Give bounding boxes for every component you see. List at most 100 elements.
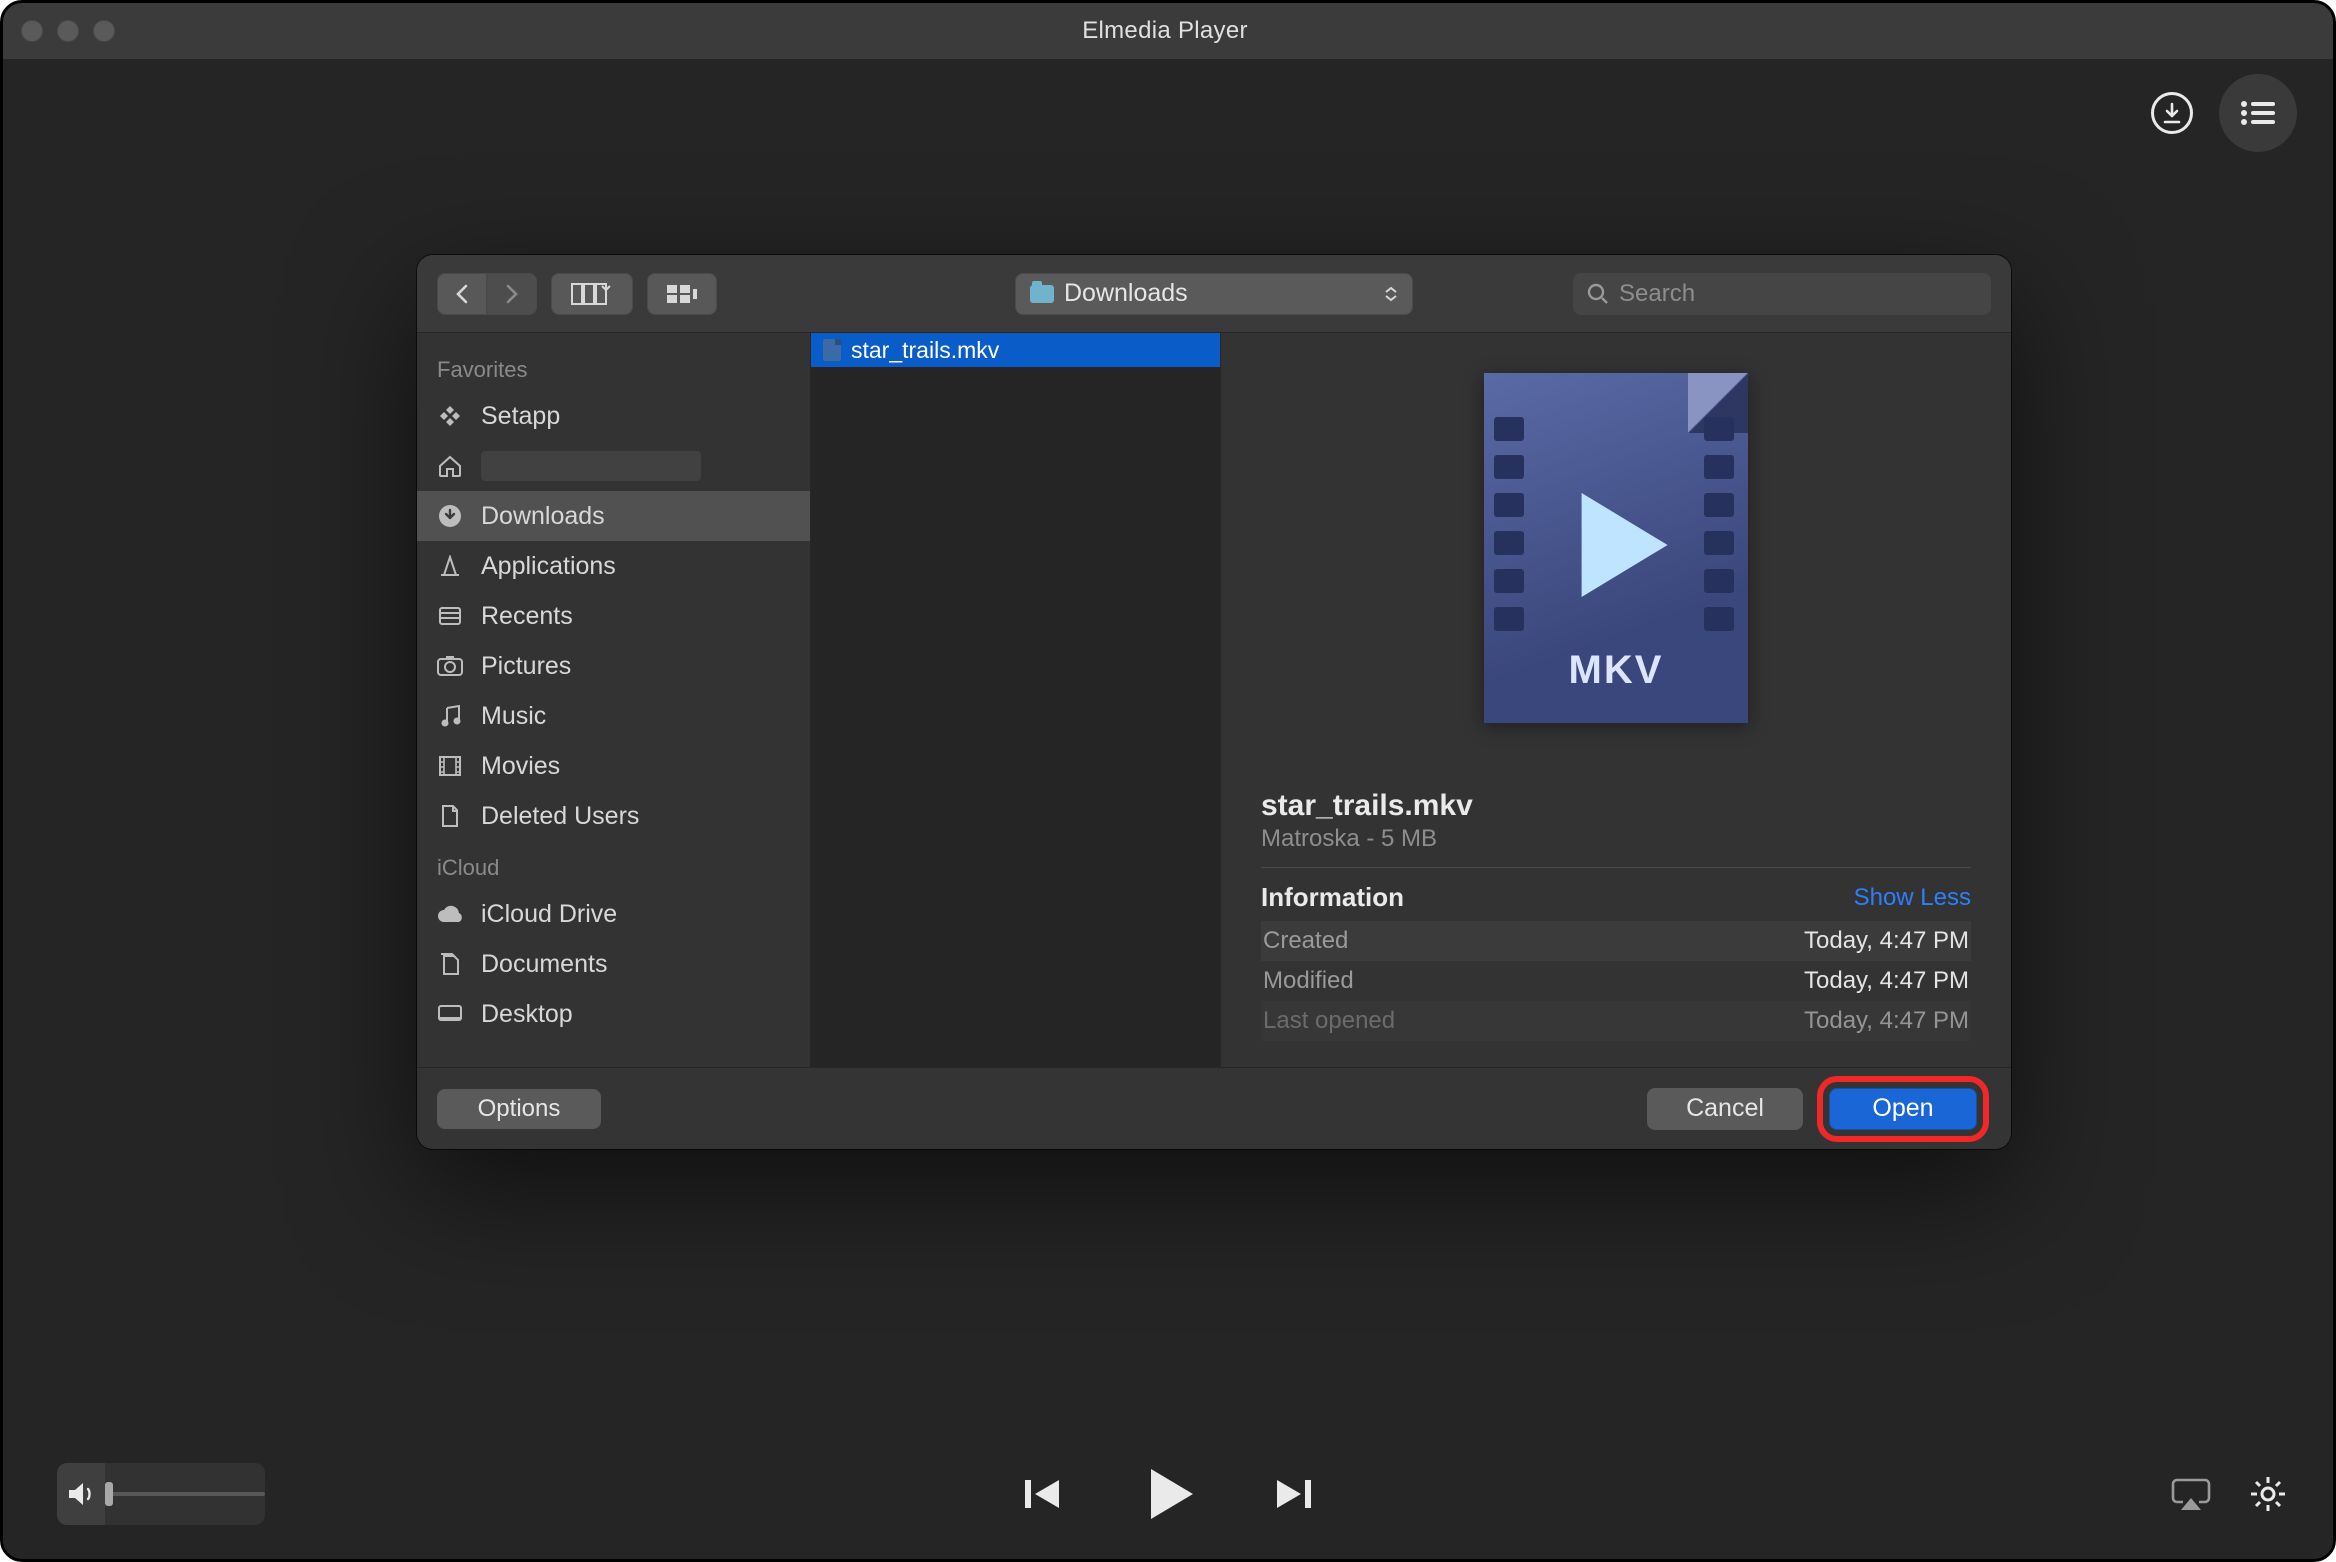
show-less-link[interactable]: Show Less [1854, 884, 1971, 912]
sidebar-item-documents[interactable]: Documents [417, 939, 810, 989]
play-button[interactable] [1135, 1461, 1201, 1527]
sidebar-item-movies[interactable]: Movies [417, 741, 810, 791]
view-mode [551, 273, 633, 315]
setapp-icon [433, 404, 467, 428]
open-button-highlight: Open [1817, 1076, 1989, 1142]
chevron-left-icon [454, 284, 470, 304]
sidebar-item-label: Setapp [481, 402, 560, 431]
movies-icon [433, 755, 467, 777]
options-button[interactable]: Options [437, 1089, 601, 1129]
sidebar-item-home[interactable] [417, 441, 810, 491]
sidebar-item-label: Pictures [481, 652, 571, 681]
sidebar-item-label: Movies [481, 752, 560, 781]
settings-button[interactable] [2249, 1475, 2287, 1513]
back-button[interactable] [437, 273, 487, 315]
play-icon [1135, 1461, 1201, 1527]
sidebar-item-pictures[interactable]: Pictures [417, 641, 810, 691]
gear-icon [2249, 1475, 2287, 1513]
zoom-window-button[interactable] [93, 20, 115, 42]
home-icon [433, 454, 467, 478]
info-key: Modified [1261, 967, 1354, 995]
file-name: star_trails.mkv [851, 337, 999, 364]
sidebar-section-header: Favorites [417, 343, 810, 391]
mute-button[interactable] [57, 1463, 105, 1525]
minimize-window-button[interactable] [57, 20, 79, 42]
app-window: Elmedia Player [0, 0, 2336, 1562]
speaker-icon [67, 1481, 95, 1507]
playlist-button[interactable] [2219, 74, 2297, 152]
sidebar-item-label: Applications [481, 552, 616, 581]
group-icon [665, 283, 699, 305]
airplay-icon [2171, 1476, 2211, 1512]
desktop-icon [433, 1004, 467, 1024]
view-columns-button[interactable] [551, 273, 633, 315]
close-window-button[interactable] [21, 20, 43, 42]
titlebar: Elmedia Player [3, 3, 2333, 59]
sidebar-item-applications[interactable]: Applications [417, 541, 810, 591]
download-arrow-icon [2160, 101, 2184, 125]
group-by [647, 273, 717, 315]
info-row: Last openedToday, 4:47 PM [1261, 1001, 1971, 1041]
app-topbar [3, 59, 2333, 167]
app-body: Downloads Search Favorites Setapp [3, 59, 2333, 1559]
search-icon [1587, 283, 1609, 305]
folder-icon [1030, 285, 1054, 303]
skip-forward-icon [1269, 1470, 1317, 1518]
document-icon [433, 804, 467, 828]
sidebar-item-label: Desktop [481, 1000, 573, 1029]
previous-button[interactable] [1019, 1470, 1067, 1518]
sidebar-item-deleted-users[interactable]: Deleted Users [417, 791, 810, 841]
sidebar-item-label: Downloads [481, 502, 605, 531]
open-file-dialog: Downloads Search Favorites Setapp [417, 255, 2011, 1149]
mkv-file-icon: MKV [1484, 373, 1748, 723]
sidebar-item-downloads[interactable]: Downloads [417, 491, 810, 541]
columns-icon [571, 282, 613, 306]
open-button[interactable]: Open [1829, 1088, 1977, 1130]
sidebar-item-setapp[interactable]: Setapp [417, 391, 810, 441]
sidebar-item-icloud-drive[interactable]: iCloud Drive [417, 889, 810, 939]
chevron-up-icon [1384, 286, 1398, 294]
nav-history [437, 273, 537, 315]
info-key: Created [1261, 927, 1348, 955]
sidebar-item-recents[interactable]: Recents [417, 591, 810, 641]
airplay-button[interactable] [2171, 1476, 2211, 1512]
location-label: Downloads [1064, 279, 1188, 308]
volume-control[interactable] [57, 1463, 265, 1525]
info-value: Today, 4:47 PM [1804, 1007, 1971, 1035]
download-button[interactable] [2151, 92, 2193, 134]
preview-pane: MKV star_trails.mkv Matroska - 5 MB Info… [1221, 333, 2011, 1067]
chevron-right-icon [504, 284, 520, 304]
next-button[interactable] [1269, 1470, 1317, 1518]
documents-icon [433, 952, 467, 976]
sidebar-item-redacted [481, 451, 701, 481]
preview-subtext: Matroska - 5 MB [1261, 825, 1971, 853]
sidebar-item-label: Documents [481, 950, 607, 979]
volume-slider[interactable] [105, 1463, 265, 1525]
sidebar-item-desktop[interactable]: Desktop [417, 989, 810, 1039]
forward-button[interactable] [487, 273, 537, 315]
sidebar-item-music[interactable]: Music [417, 691, 810, 741]
file-column: star_trails.mkv [811, 333, 1221, 1067]
file-row[interactable]: star_trails.mkv [811, 333, 1220, 367]
info-header: Information [1261, 882, 1404, 913]
group-button[interactable] [647, 273, 717, 315]
preview-thumbnail: MKV [1261, 373, 1971, 733]
cancel-button[interactable]: Cancel [1647, 1088, 1803, 1130]
info-table: CreatedToday, 4:47 PM ModifiedToday, 4:4… [1261, 921, 1971, 1041]
pictures-icon [433, 655, 467, 677]
player-controls-bar [3, 1429, 2333, 1559]
file-badge: MKV [1484, 648, 1748, 693]
downloads-icon [433, 504, 467, 528]
sidebar-item-label: Music [481, 702, 546, 731]
dialog-body: Favorites Setapp Downloads [417, 333, 2011, 1067]
sidebar: Favorites Setapp Downloads [417, 333, 811, 1067]
search-field[interactable]: Search [1573, 273, 1991, 315]
skip-back-icon [1019, 1470, 1067, 1518]
window-title: Elmedia Player [115, 17, 2215, 45]
volume-thumb[interactable] [105, 1482, 113, 1506]
preview-filename: star_trails.mkv [1261, 789, 1971, 823]
music-icon [433, 704, 467, 728]
sidebar-section-header: iCloud [417, 841, 810, 889]
location-dropdown[interactable]: Downloads [1015, 273, 1413, 315]
sidebar-item-label: iCloud Drive [481, 900, 617, 929]
